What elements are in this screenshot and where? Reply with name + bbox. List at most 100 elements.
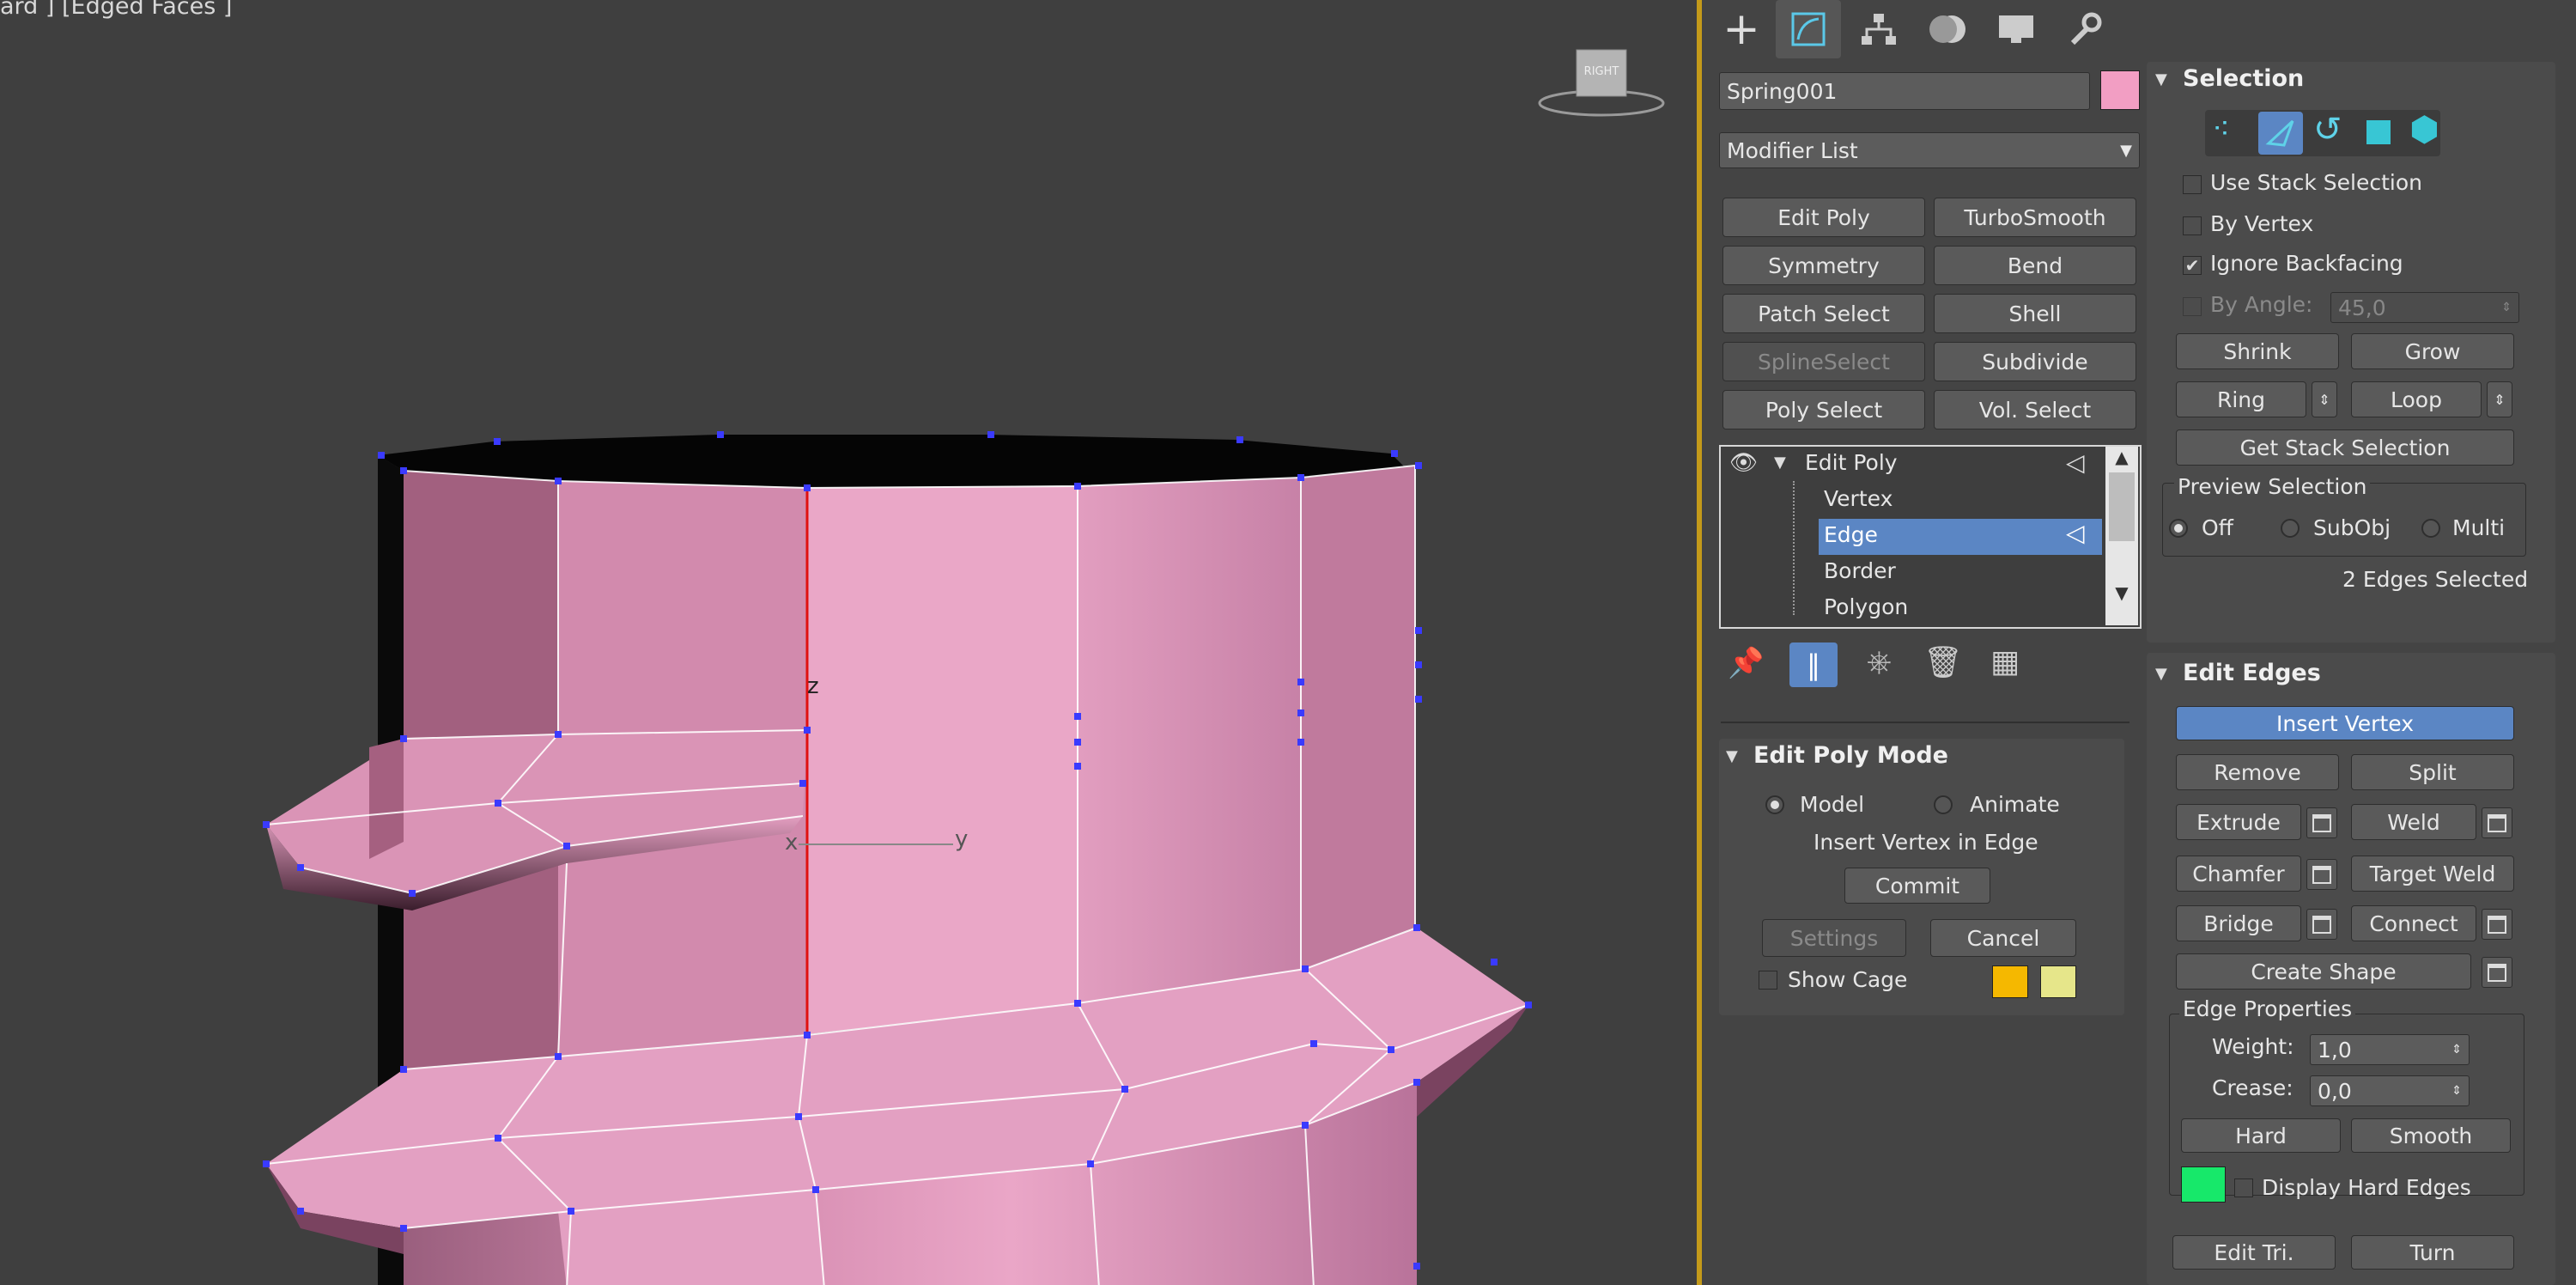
show-end-result-button[interactable]: ‖ — [1789, 642, 1838, 687]
patch-select-button[interactable]: Patch Select — [1722, 294, 1925, 333]
connect-button[interactable]: Connect — [2351, 905, 2476, 941]
border-mode-icon[interactable]: ↺ — [2313, 110, 2342, 149]
selection-title[interactable]: Selection — [2183, 65, 2304, 92]
hierarchy-tab[interactable] — [1846, 0, 1911, 58]
modifier-list-dropdown[interactable]: Modifier List ▼ — [1719, 132, 2140, 168]
symmetry-button[interactable]: Symmetry — [1722, 246, 1925, 285]
shell-button[interactable]: Shell — [1934, 294, 2136, 333]
spinner-arrows-icon[interactable]: ⇕ — [2451, 1084, 2462, 1098]
by-angle-label[interactable]: By Angle: — [2210, 292, 2312, 317]
motion-tab[interactable] — [1915, 0, 1980, 58]
spinner-arrows-icon[interactable]: ⇕ — [2451, 1043, 2462, 1057]
split-button[interactable]: Split — [2351, 754, 2514, 790]
remove-button[interactable]: Remove — [2176, 754, 2339, 790]
bridge-button[interactable]: Bridge — [2176, 905, 2301, 941]
crease-spinner[interactable]: 0,0 ⇕ — [2310, 1075, 2470, 1106]
display-hard-edges-label[interactable]: Display Hard Edges — [2262, 1175, 2471, 1200]
preview-multi-label[interactable]: Multi — [2452, 515, 2505, 540]
commit-button[interactable]: Commit — [1844, 868, 1990, 904]
perspective-viewport[interactable]: ard ] [Edged Faces ] RIGHT z x y — [0, 0, 1698, 1285]
stack-item-polygon[interactable]: Polygon — [1824, 594, 1908, 619]
hard-button[interactable]: Hard — [2181, 1118, 2341, 1153]
turn-button[interactable]: Turn — [2351, 1235, 2514, 1270]
edit-poly-button[interactable]: Edit Poly — [1722, 198, 1925, 237]
collapse-arrow-icon[interactable]: ▼ — [1726, 747, 1738, 765]
chamfer-settings-button[interactable] — [2306, 859, 2337, 890]
element-mode-icon[interactable]: ⬢ — [2409, 110, 2439, 149]
stack-scrollbar[interactable]: ▲ ▼ — [2105, 447, 2138, 625]
vol-select-button[interactable]: Vol. Select — [1934, 390, 2136, 429]
configure-modifier-sets-icon[interactable]: ▦ — [1990, 644, 2020, 679]
bridge-settings-button[interactable] — [2306, 909, 2337, 940]
create-shape-settings-button[interactable] — [2482, 957, 2512, 988]
edit-edges-collapse-icon[interactable]: ▼ — [2155, 665, 2167, 683]
loop-button[interactable]: Loop — [2351, 381, 2482, 417]
ignore-backfacing-label[interactable]: Ignore Backfacing — [2210, 251, 2403, 276]
by-vertex-label[interactable]: By Vertex — [2210, 211, 2313, 236]
preview-subobj-radio[interactable] — [2281, 519, 2300, 538]
cancel-button[interactable]: Cancel — [1930, 919, 2076, 957]
stack-item-edit-poly[interactable]: Edit Poly — [1805, 450, 1898, 475]
modify-tab[interactable] — [1776, 0, 1841, 58]
vertex-mode-icon[interactable]: ⁖ — [2212, 112, 2230, 147]
object-name-field[interactable]: Spring001 — [1719, 72, 2090, 110]
shrink-button[interactable]: Shrink — [2176, 333, 2339, 369]
loop-spinner[interactable]: ⇕ — [2487, 381, 2512, 417]
animate-label[interactable]: Animate — [1970, 792, 2060, 817]
connect-settings-button[interactable] — [2482, 909, 2512, 940]
by-vertex-checkbox[interactable] — [2183, 216, 2202, 235]
preview-subobj-label[interactable]: SubObj — [2313, 515, 2391, 540]
use-stack-selection-label[interactable]: Use Stack Selection — [2210, 170, 2422, 195]
subdivide-button[interactable]: Subdivide — [1934, 342, 2136, 381]
poly-select-button[interactable]: Poly Select — [1722, 390, 1925, 429]
scroll-up-icon[interactable]: ▲ — [2105, 447, 2138, 467]
model-radio[interactable] — [1765, 795, 1784, 814]
show-cage-checkbox[interactable] — [1759, 971, 1777, 990]
bend-button[interactable]: Bend — [1934, 246, 2136, 285]
edit-edges-title[interactable]: Edit Edges — [2183, 660, 2321, 686]
extrude-settings-button[interactable] — [2306, 807, 2337, 838]
eye-icon[interactable]: 👁 — [1729, 450, 1758, 476]
pin-stack-icon[interactable]: 📌 — [1728, 646, 1764, 680]
by-angle-checkbox[interactable] — [2183, 297, 2202, 316]
ignore-backfacing-checkbox[interactable]: ✔ — [2183, 256, 2202, 275]
smooth-button[interactable]: Smooth — [2351, 1118, 2511, 1153]
insert-vertex-button[interactable]: Insert Vertex — [2176, 706, 2514, 740]
stack-item-border[interactable]: Border — [1824, 558, 1896, 583]
by-angle-spinner[interactable]: 45,0 ⇕ — [2330, 292, 2519, 323]
make-unique-icon[interactable]: ⎈ — [1867, 644, 1892, 680]
use-stack-selection-checkbox[interactable] — [2183, 175, 2202, 194]
cage-color-swatch-2[interactable] — [2040, 965, 2076, 998]
weld-button[interactable]: Weld — [2351, 804, 2476, 840]
preview-multi-radio[interactable] — [2421, 519, 2440, 538]
splineselect-button[interactable]: SplineSelect — [1722, 342, 1925, 381]
create-shape-button[interactable]: Create Shape — [2176, 953, 2471, 990]
stack-item-edge[interactable]: Edge — [1824, 522, 1878, 547]
selection-collapse-icon[interactable]: ▼ — [2155, 70, 2167, 88]
display-hard-edges-checkbox[interactable] — [2234, 1178, 2253, 1197]
spring-mesh[interactable] — [0, 0, 1698, 1285]
hard-edge-color-swatch[interactable] — [2181, 1166, 2226, 1203]
create-tab[interactable]: + — [1709, 0, 1774, 58]
edit-poly-mode-title[interactable]: Edit Poly Mode — [1753, 742, 1948, 769]
turbosmooth-button[interactable]: TurboSmooth — [1934, 198, 2136, 237]
target-weld-button[interactable]: Target Weld — [2351, 856, 2514, 892]
preview-off-radio[interactable] — [2169, 519, 2188, 538]
spinner-arrows-icon[interactable]: ⇕ — [2501, 301, 2512, 314]
cage-color-swatch-1[interactable] — [1992, 965, 2028, 998]
extrude-button[interactable]: Extrude — [2176, 804, 2301, 840]
chamfer-button[interactable]: Chamfer — [2176, 856, 2301, 892]
stack-item-vertex[interactable]: Vertex — [1824, 486, 1893, 511]
get-stack-selection-button[interactable]: Get Stack Selection — [2176, 429, 2514, 466]
scroll-thumb[interactable] — [2109, 472, 2135, 541]
grow-button[interactable]: Grow — [2351, 333, 2514, 369]
ring-button[interactable]: Ring — [2176, 381, 2306, 417]
expand-arrow-icon[interactable]: ▼ — [1774, 454, 1786, 472]
polygon-mode-icon[interactable] — [2366, 120, 2391, 144]
settings-button[interactable]: Settings — [1762, 919, 1906, 957]
weight-spinner[interactable]: 1,0 ⇕ — [2310, 1034, 2470, 1065]
show-cage-label[interactable]: Show Cage — [1788, 967, 1907, 992]
preview-off-label[interactable]: Off — [2202, 515, 2233, 540]
ring-spinner[interactable]: ⇕ — [2312, 381, 2337, 417]
edit-tri-button[interactable]: Edit Tri. — [2172, 1235, 2336, 1270]
